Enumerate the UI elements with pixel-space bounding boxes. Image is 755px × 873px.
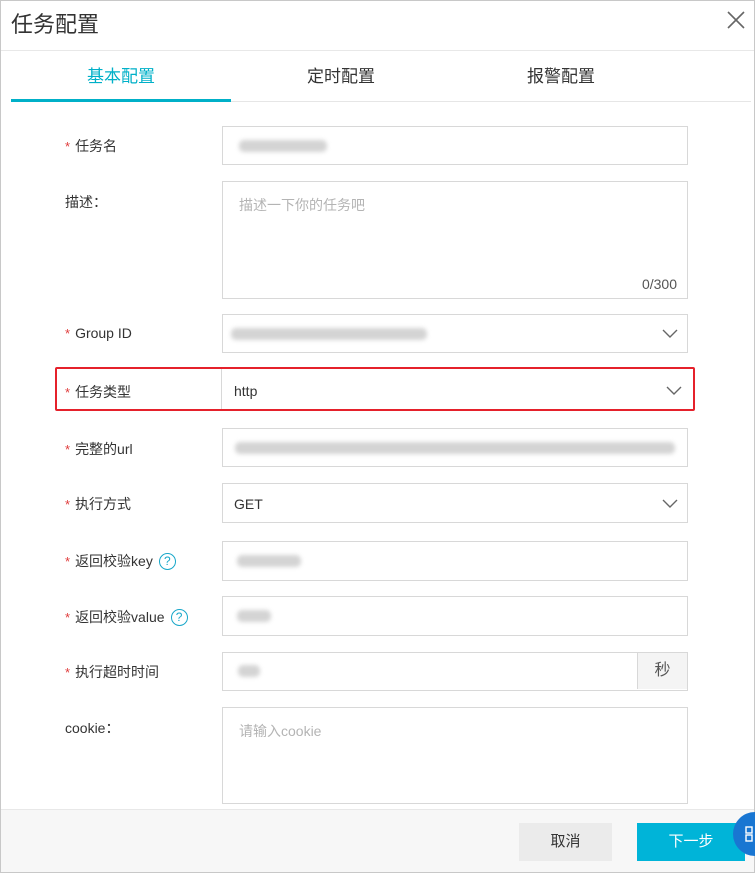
return-value-label: * 返回校验value? bbox=[65, 607, 188, 627]
task-name-input[interactable] bbox=[222, 126, 688, 165]
seconds-unit: 秒 bbox=[637, 653, 687, 689]
description-textarea[interactable]: 描述一下你的任务吧 0/300 bbox=[222, 181, 688, 299]
required-mark: * bbox=[65, 554, 71, 569]
field-left-border bbox=[221, 369, 222, 409]
help-icon[interactable]: ? bbox=[170, 609, 188, 626]
description-char-counter: 0/300 bbox=[641, 276, 677, 292]
return-key-label: * 返回校验key? bbox=[65, 551, 176, 571]
return-value-input[interactable] bbox=[222, 596, 688, 636]
timeout-input[interactable]: 秒 bbox=[222, 652, 688, 691]
blurred-value bbox=[237, 555, 301, 567]
help-icon[interactable]: ? bbox=[158, 553, 176, 570]
description-placeholder: 描述一下你的任务吧 bbox=[239, 197, 365, 213]
required-mark: * bbox=[65, 139, 71, 154]
chevron-down-icon bbox=[662, 499, 678, 508]
highlight-box bbox=[55, 367, 695, 411]
timeout-label: * 执行超时时间 bbox=[65, 664, 160, 680]
blurred-value bbox=[238, 665, 260, 677]
description-label: 描述： bbox=[65, 194, 107, 210]
tab-schedule-config[interactable]: 定时配置 bbox=[231, 51, 451, 101]
blurred-value bbox=[239, 140, 327, 152]
full-url-input[interactable] bbox=[222, 428, 688, 467]
grid-icon bbox=[745, 826, 753, 842]
full-url-label: * 完整的url bbox=[65, 441, 133, 457]
method-value: GET bbox=[234, 496, 263, 512]
required-mark: * bbox=[65, 326, 71, 341]
required-mark: * bbox=[65, 442, 71, 457]
tab-bar: 基本配置 定时配置 报警配置 bbox=[11, 51, 751, 101]
active-tab-indicator bbox=[11, 99, 231, 102]
cookie-placeholder: 请输入cookie bbox=[239, 723, 322, 739]
group-id-label: * Group ID bbox=[65, 325, 132, 341]
required-mark: * bbox=[65, 497, 71, 512]
method-label: * 执行方式 bbox=[65, 496, 132, 512]
next-step-button[interactable]: 下一步 bbox=[637, 823, 745, 861]
cookie-label: cookie： bbox=[65, 720, 120, 736]
close-icon[interactable] bbox=[723, 7, 749, 33]
chevron-down-icon bbox=[662, 329, 678, 338]
dialog-title: 任务配置 bbox=[11, 12, 100, 37]
blurred-value bbox=[237, 610, 271, 622]
tab-basic-config[interactable]: 基本配置 bbox=[11, 51, 231, 101]
return-key-input[interactable] bbox=[222, 541, 688, 581]
cookie-textarea[interactable]: 请输入cookie bbox=[222, 707, 688, 804]
task-name-label: * 任务名 bbox=[65, 138, 118, 154]
tab-alert-config[interactable]: 报警配置 bbox=[451, 51, 671, 101]
group-id-select[interactable] bbox=[222, 314, 688, 353]
required-mark: * bbox=[65, 610, 71, 625]
blurred-value bbox=[231, 328, 427, 340]
task-config-dialog: 任务配置 基本配置 定时配置 报警配置 * 任务名 描述： 描述一下你的任务吧 0… bbox=[0, 0, 755, 873]
blurred-value bbox=[235, 442, 675, 454]
cancel-button[interactable]: 取消 bbox=[519, 823, 612, 861]
required-mark: * bbox=[65, 665, 71, 680]
method-select[interactable]: GET bbox=[222, 483, 688, 523]
